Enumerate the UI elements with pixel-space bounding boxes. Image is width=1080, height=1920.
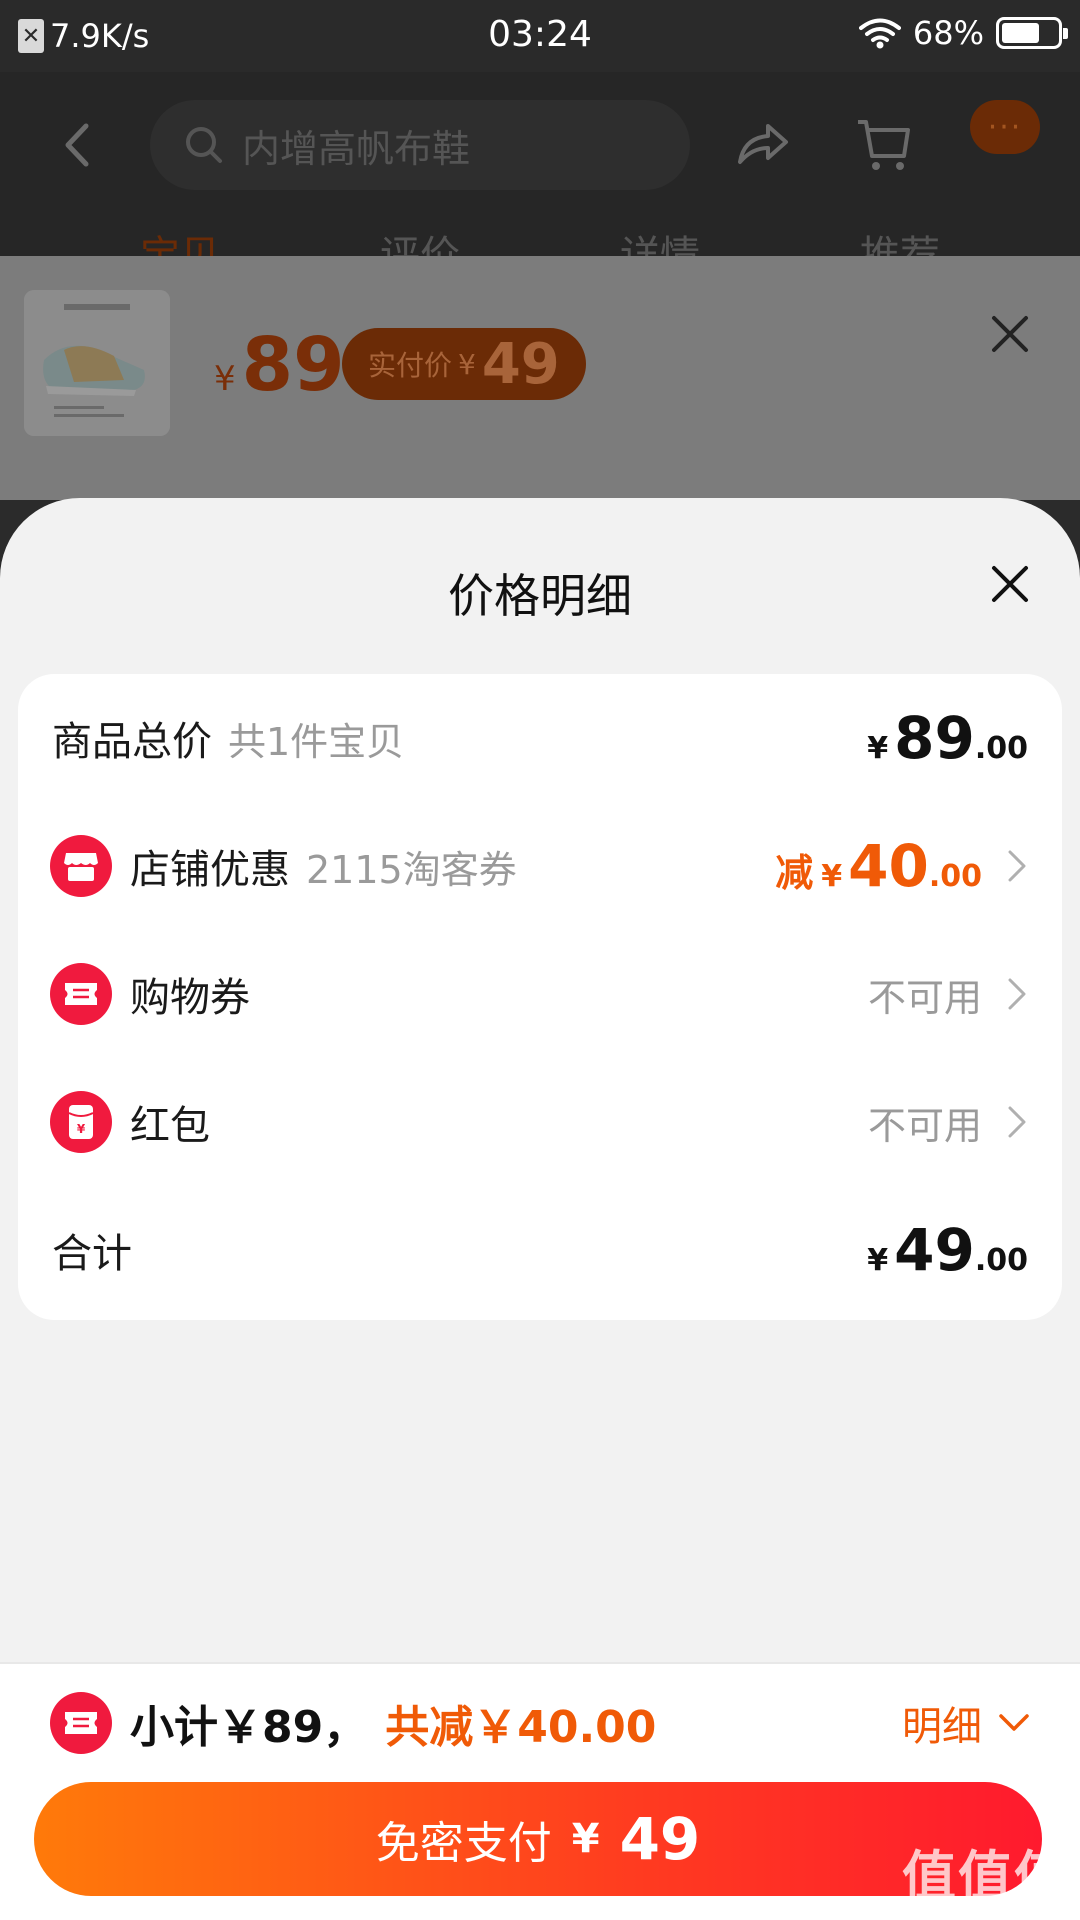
battery-icon: [996, 17, 1068, 49]
tab-reviews[interactable]: 评价: [380, 226, 460, 256]
price-int: 40: [848, 832, 929, 900]
row-label: 合计: [52, 1231, 132, 1277]
tab-recommend[interactable]: 推荐: [860, 226, 940, 256]
paid-label: 实付价: [368, 349, 453, 382]
watermark-line2: zhizhizhi.com: [918, 1905, 1054, 1920]
discount-prefix: 减: [775, 851, 814, 895]
sheet-close-icon[interactable]: [990, 564, 1030, 604]
paid-value: 49: [481, 331, 560, 397]
price-int: 89: [894, 704, 975, 772]
price-value: 89: [241, 322, 345, 408]
close-icon[interactable]: [990, 314, 1030, 354]
row-shop-discount[interactable]: 店铺优惠 2115淘客券 减 ¥ 40 .00: [18, 802, 1062, 930]
row-value: ¥ 89 .00: [867, 674, 1028, 802]
row-sub: 共1件宝贝: [228, 719, 405, 764]
watermark-line1: 值值值: [902, 1845, 1070, 1908]
search-bar[interactable]: 内增高帆布鞋: [150, 100, 690, 190]
red-envelope-icon: ¥: [50, 1091, 112, 1153]
chevron-right-icon: [1008, 1106, 1026, 1138]
price-int: 49: [894, 1216, 975, 1284]
row-label: 店铺优惠: [130, 847, 290, 893]
product-price: ¥ 89: [214, 322, 345, 408]
row-sub: 2115淘客券: [306, 847, 517, 892]
watermark-logo: 值值值 zhizhizhi.com: [902, 1832, 1070, 1920]
pay-label: 免密支付: [375, 1818, 552, 1869]
price-dec: .00: [928, 859, 982, 894]
summary-row: 小计￥89， 共减￥40.00: [50, 1688, 656, 1758]
unavailable-text: 不可用: [867, 975, 982, 1020]
row-label: 购物券: [130, 975, 250, 1021]
status-bar: ✕ 7.9K/s 03:24 68%: [0, 0, 1080, 72]
tab-baobei[interactable]: 宝贝: [140, 226, 220, 256]
chevron-down-icon: [999, 1714, 1029, 1731]
row-value: 不可用: [868, 930, 1028, 1058]
row-goods-total: 商品总价 共1件宝贝 ¥ 89 .00: [18, 674, 1062, 802]
shop-icon: [50, 835, 112, 897]
product-thumbnail: [24, 290, 170, 436]
grand-total-price: ¥ 49 .00: [867, 1216, 1028, 1284]
sheet-title: 价格明细: [448, 569, 632, 623]
row-value: 减 ¥ 40 .00: [775, 802, 1028, 930]
price-detail-card: 商品总价 共1件宝贝 ¥ 89 .00 店铺优惠 2115淘客券 减 ¥ 40 …: [18, 674, 1062, 1320]
paid-price-badge: 实付价 ¥ 49: [342, 328, 586, 400]
currency: ¥: [821, 859, 843, 894]
pay-button[interactable]: 免密支付 ¥ 49: [34, 1782, 1042, 1896]
detail-label: 明细: [902, 1704, 982, 1750]
row-value: ¥ 49 .00: [867, 1186, 1028, 1314]
pay-amount: 49: [619, 1805, 701, 1873]
product-summary: ¥ 89 实付价 ¥ 49: [0, 256, 1080, 500]
pay-currency: ¥: [571, 1816, 600, 1862]
row-shopping-voucher[interactable]: 购物券 不可用: [18, 930, 1062, 1058]
chevron-right-icon: [1008, 850, 1026, 882]
wifi-icon: [858, 18, 901, 49]
product-tabs: 宝贝 评价 详情 推荐: [0, 226, 1080, 256]
row-value: 不可用: [868, 1058, 1028, 1186]
ticket-icon: [50, 1692, 112, 1754]
row-label: 红包: [130, 1103, 210, 1149]
svg-text:¥: ¥: [77, 1122, 86, 1136]
currency: ¥: [867, 1243, 889, 1278]
product-top-nav: 内增高帆布鞋 ··· 宝贝 评价 详情 推荐: [0, 72, 1080, 256]
subtotal-text: 小计￥89，: [130, 1702, 368, 1753]
unavailable-text: 不可用: [867, 1103, 982, 1148]
price-currency: ¥: [214, 359, 236, 399]
chevron-right-icon: [1008, 978, 1026, 1010]
battery-percent: 68%: [912, 14, 984, 52]
back-icon[interactable]: [56, 120, 100, 170]
search-placeholder: 内增高帆布鞋: [242, 126, 471, 171]
currency: ¥: [867, 731, 889, 766]
price-dec: .00: [974, 1243, 1028, 1278]
saved-text: 共减￥40.00: [385, 1702, 657, 1753]
battery-level: [1002, 23, 1039, 43]
ticket-icon: [50, 963, 112, 1025]
row-red-envelope[interactable]: ¥ 红包 不可用: [18, 1058, 1062, 1186]
goods-total-price: ¥ 89 .00: [867, 704, 1028, 772]
search-icon: [186, 127, 222, 163]
cart-icon[interactable]: [856, 116, 912, 172]
status-right: 68%: [858, 14, 1068, 52]
shop-discount-price: 减 ¥ 40 .00: [775, 832, 982, 900]
row-label: 商品总价: [52, 719, 212, 765]
detail-toggle-button[interactable]: 明细: [902, 1688, 1030, 1758]
share-icon[interactable]: [734, 120, 790, 170]
paid-currency: ¥: [458, 347, 476, 381]
price-dec: .00: [974, 731, 1028, 766]
row-grand-total: 合计 ¥ 49 .00: [18, 1186, 1062, 1314]
tab-details[interactable]: 详情: [620, 226, 700, 256]
more-button[interactable]: ···: [970, 100, 1040, 154]
